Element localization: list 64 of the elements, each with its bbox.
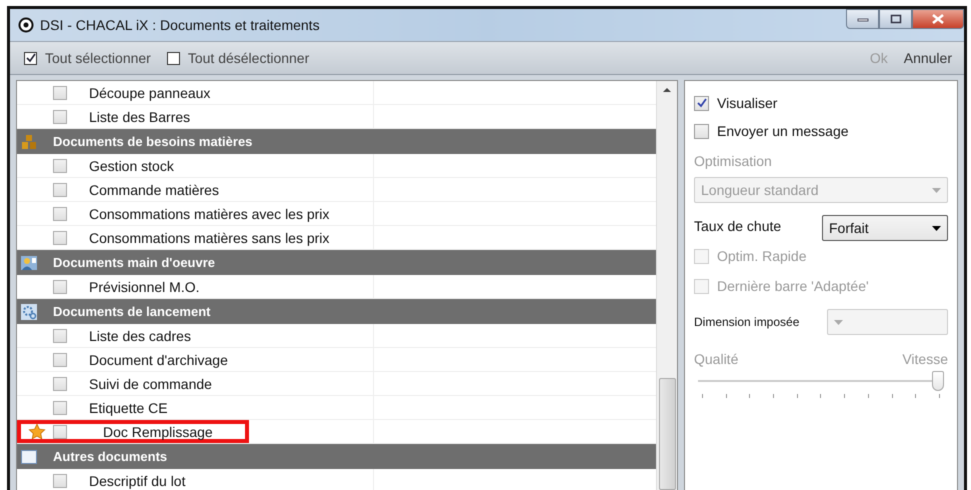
document-name[interactable]: Commande matières <box>89 182 219 198</box>
select-all-label[interactable]: Tout sélectionner <box>45 50 151 66</box>
checkbox[interactable] <box>53 182 67 196</box>
document-name[interactable]: Etiquette CE <box>89 400 168 416</box>
speed-label: Vitesse <box>902 351 948 367</box>
slider[interactable] <box>698 371 944 391</box>
minimize-button[interactable] <box>846 9 879 29</box>
checkbox[interactable] <box>166 52 180 64</box>
optimisation-label: Optimisation <box>694 153 773 169</box>
window-title: DSI - CHACAL iX : Documents et traitements <box>40 17 320 33</box>
close-button[interactable] <box>912 9 964 29</box>
checkbox[interactable] <box>53 206 67 220</box>
deselect-all-label[interactable]: Tout désélectionner <box>188 50 310 66</box>
gears-icon <box>21 304 37 320</box>
person-icon <box>21 254 37 270</box>
section-title: Documents main d'oeuvre <box>53 255 216 270</box>
app-logo-icon <box>18 17 34 33</box>
page-icon <box>21 450 37 464</box>
cancel-button[interactable]: Annuler <box>900 48 956 68</box>
checkbox[interactable] <box>53 474 67 488</box>
checkbox[interactable] <box>53 400 67 414</box>
checkbox[interactable] <box>53 110 67 124</box>
document-name[interactable]: Liste des Barres <box>89 108 190 124</box>
document-name[interactable]: Descriptif du lot <box>89 472 186 488</box>
close-icon <box>932 14 944 24</box>
checkbox[interactable] <box>694 96 709 110</box>
imposed-dimension-label: Dimension imposée <box>694 315 800 329</box>
caret-icon <box>932 188 941 192</box>
checkbox[interactable] <box>53 352 67 366</box>
checkbox[interactable] <box>53 328 67 342</box>
scrap-rate-label: Taux de chute <box>694 218 782 234</box>
maximize-button[interactable] <box>879 9 912 29</box>
scrollbar-thumb[interactable] <box>658 378 676 490</box>
checkbox[interactable] <box>53 158 67 172</box>
checkbox[interactable] <box>53 230 67 244</box>
document-name[interactable]: Doc Remplissage <box>103 424 213 440</box>
section-title: Autres documents <box>53 449 168 464</box>
boxes-icon <box>21 134 37 150</box>
checkbox[interactable] <box>53 424 67 438</box>
scrap-rate-dropdown[interactable]: Forfait <box>822 215 948 241</box>
option-label[interactable]: Visualiser <box>717 95 778 111</box>
document-name[interactable]: Gestion stock <box>89 158 174 174</box>
option-label[interactable]: Envoyer un message <box>717 123 849 139</box>
scroll-up-arrow-icon[interactable] <box>663 87 671 93</box>
quality-label: Qualité <box>694 351 738 367</box>
document-name[interactable]: Prévisionnel M.O. <box>89 278 200 294</box>
document-name[interactable]: Découpe panneaux <box>89 84 210 100</box>
maximize-icon <box>890 14 902 24</box>
document-name[interactable]: Suivi de commande <box>89 376 212 392</box>
section-title: Documents de lancement <box>53 304 210 319</box>
document-name[interactable]: Liste des cadres <box>89 328 191 344</box>
section-title: Documents de besoins matières <box>53 134 252 149</box>
scrollbar[interactable] <box>656 81 677 490</box>
caret-icon <box>932 226 941 230</box>
document-name[interactable]: Consommations matières sans les prix <box>89 230 330 246</box>
checkbox[interactable] <box>53 86 67 100</box>
checkbox[interactable] <box>53 376 67 390</box>
minimize-icon <box>856 16 868 22</box>
checkbox[interactable] <box>53 280 67 294</box>
checkbox[interactable] <box>694 124 709 138</box>
document-name[interactable]: Consommations matières avec les prix <box>89 206 330 222</box>
document-name[interactable]: Document d'archivage <box>89 352 228 368</box>
caret-icon <box>834 320 843 324</box>
checkbox[interactable] <box>24 52 37 64</box>
